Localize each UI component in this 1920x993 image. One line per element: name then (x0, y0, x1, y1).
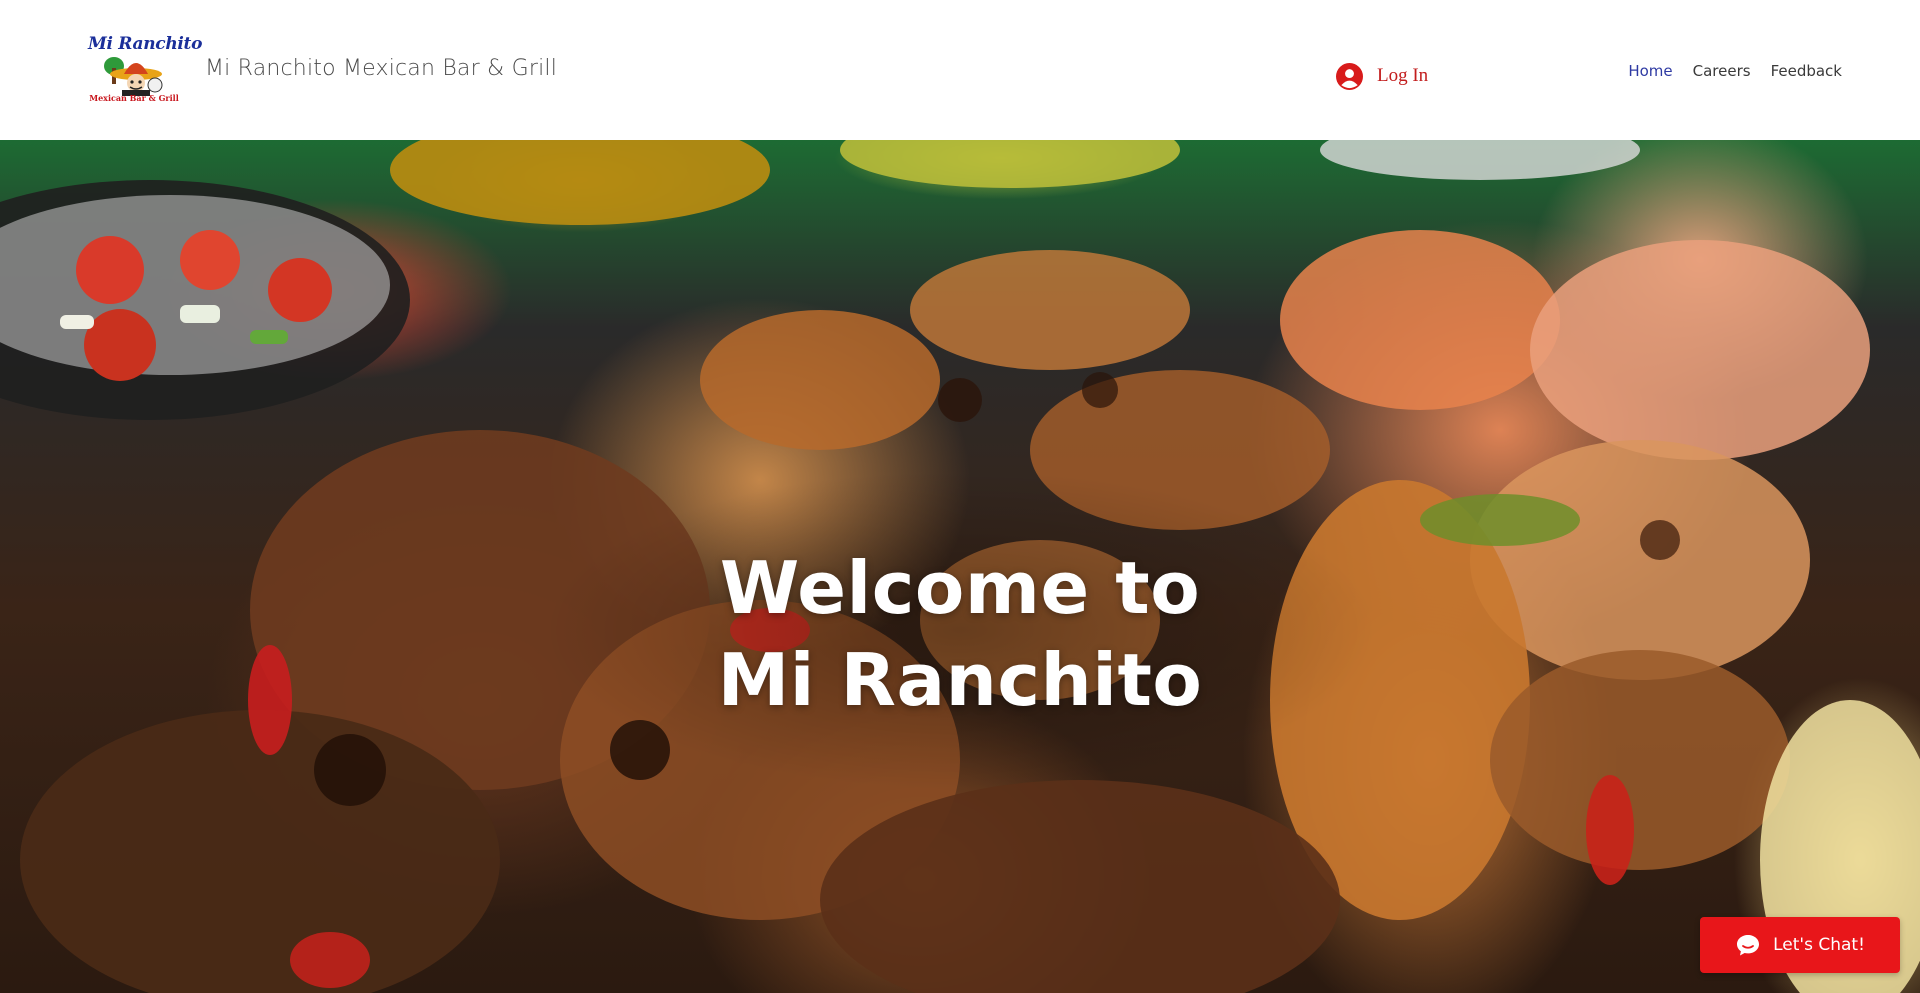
logo-sombrero-icon (104, 57, 163, 96)
login-button[interactable]: Log In (1336, 61, 1428, 91)
main-nav: Home Careers Feedback (1628, 61, 1842, 81)
hero-title-line1: Welcome to (719, 546, 1201, 630)
user-avatar-icon (1336, 62, 1363, 90)
login-label: Log In (1377, 65, 1429, 86)
hero-title: Welcome to Mi Ranchito (0, 542, 1920, 726)
logo-script-text: Mi Ranchito (88, 34, 203, 54)
hero-title-line2: Mi Ranchito (717, 638, 1203, 722)
site-header: Mi Ranchito Mexican Bar & Grill Mi Ranch… (0, 0, 1920, 140)
hero-section: Welcome to Mi Ranchito (0, 140, 1920, 993)
site-title[interactable]: Mi Ranchito Mexican Bar & Grill (205, 56, 557, 81)
nav-careers[interactable]: Careers (1693, 62, 1751, 80)
nav-home[interactable]: Home (1628, 62, 1672, 80)
chat-bubble-icon (1737, 935, 1760, 956)
chat-button[interactable]: Let's Chat! (1700, 917, 1900, 973)
nav-feedback[interactable]: Feedback (1771, 62, 1842, 80)
restaurant-logo[interactable]: Mi Ranchito Mexican Bar & Grill (88, 34, 203, 108)
logo-subtitle: Mexican Bar & Grill (89, 93, 179, 103)
chat-label: Let's Chat! (1773, 935, 1865, 955)
